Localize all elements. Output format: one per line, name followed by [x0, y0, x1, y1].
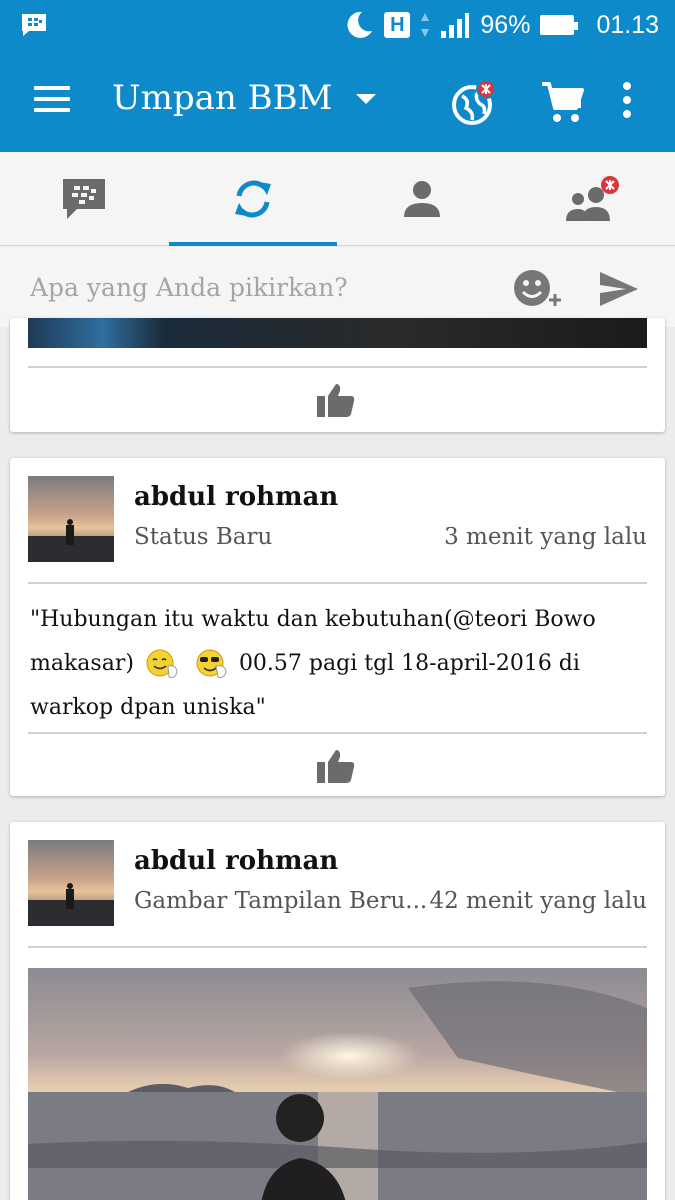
post-text-line: warkop dpan uniska": [30, 695, 266, 720]
feed-card-status: abdul rohman Status Baru 3 menit yang la…: [10, 458, 665, 796]
bbm-notification-icon: [20, 12, 48, 42]
status-input[interactable]: [30, 267, 470, 307]
clock: 01.13: [596, 10, 659, 39]
post-image[interactable]: [28, 318, 647, 348]
feed-card-previous: [10, 318, 665, 432]
post-text-segment: 00.57 pagi tgl 18-april-2016 di: [238, 651, 580, 676]
post-text-line: makasar) 00.57 pagi tgl 18-april-2016 di: [30, 642, 645, 686]
send-icon[interactable]: [598, 270, 640, 308]
waving-smile-emoji-icon: [146, 649, 178, 678]
app-bar: Umpan BBM: [0, 52, 675, 152]
data-arrows-icon: [421, 13, 430, 37]
tab-contacts[interactable]: [338, 152, 506, 246]
feed-card-picture: abdul rohman Gambar Tampilan Beru... 42 …: [10, 822, 665, 1200]
author-name[interactable]: abdul rohman: [134, 846, 338, 876]
menu-icon[interactable]: [34, 86, 70, 118]
battery-percent: 96%: [480, 10, 531, 39]
network-type-badge: H: [384, 12, 411, 38]
divider: [28, 946, 647, 948]
divider: [28, 366, 647, 368]
tab-updates[interactable]: [169, 152, 337, 246]
updates-icon: [235, 180, 271, 218]
tab-chats[interactable]: [0, 152, 168, 246]
page-title[interactable]: Umpan BBM: [112, 78, 332, 118]
post-text: "Hubungan itu waktu dan kebutuhan(@teori…: [30, 598, 645, 730]
more-vertical-icon[interactable]: [612, 80, 642, 120]
tab-groups[interactable]: [507, 152, 675, 246]
cool-sunglasses-emoji-icon: [196, 649, 227, 678]
battery-icon: [540, 15, 579, 35]
post-text-segment: makasar): [30, 651, 134, 676]
post-image[interactable]: [28, 968, 647, 1200]
like-icon[interactable]: [316, 748, 356, 784]
contact-icon: [404, 181, 440, 217]
post-text-line: "Hubungan itu waktu dan kebutuhan(@teori…: [30, 607, 596, 632]
status-bar: H 96% 01.13: [0, 0, 675, 52]
post-time: 3 menit yang lalu: [444, 524, 647, 550]
tab-bar: [0, 152, 675, 246]
post-time: 42 menit yang lalu: [429, 888, 647, 914]
author-name[interactable]: abdul rohman: [134, 482, 338, 512]
avatar[interactable]: [28, 476, 114, 562]
post-type: Gambar Tampilan Beru...: [134, 888, 428, 914]
groups-icon: [566, 176, 619, 221]
divider: [28, 732, 647, 734]
chevron-down-icon[interactable]: [356, 94, 376, 104]
globe-icon[interactable]: [448, 78, 498, 128]
chat-icon: [63, 179, 105, 219]
divider: [28, 582, 647, 584]
moon-icon: [347, 11, 373, 38]
avatar[interactable]: [28, 840, 114, 926]
signal-icon: [441, 13, 470, 38]
cart-icon[interactable]: [538, 78, 586, 126]
compose-bar: [0, 247, 675, 327]
like-icon[interactable]: [316, 382, 356, 418]
emoji-add-icon[interactable]: [512, 268, 568, 308]
post-type: Status Baru: [134, 524, 273, 550]
